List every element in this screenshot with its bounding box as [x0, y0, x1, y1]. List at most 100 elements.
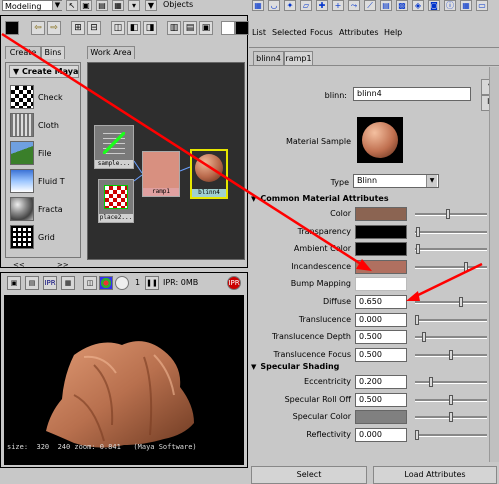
slider-track[interactable] — [415, 381, 487, 384]
slider-handle[interactable] — [449, 394, 453, 405]
scrollbar[interactable] — [489, 67, 499, 462]
slider-handle[interactable] — [463, 261, 468, 272]
value-field[interactable]: 0.200 — [355, 375, 407, 389]
color-swatch[interactable] — [355, 410, 407, 425]
slider-track[interactable] — [415, 230, 487, 234]
work-area-graph[interactable]: sample... place2... ramp1 blinn4 — [87, 62, 245, 260]
node-blinn4[interactable]: blinn4 — [190, 149, 228, 199]
blank-icon[interactable] — [221, 21, 235, 35]
color-swatch[interactable] — [355, 242, 407, 257]
menu-selected[interactable]: Selected — [272, 28, 307, 37]
snapshot-icon[interactable]: ◫ — [83, 276, 97, 290]
layout-full-icon[interactable]: ▣ — [199, 21, 213, 35]
info-icon[interactable]: ⓘ — [444, 0, 456, 11]
list-item-fractal[interactable]: Fracta — [10, 197, 84, 223]
camera-icon[interactable]: ◙ — [428, 0, 440, 11]
slider-track[interactable] — [415, 265, 487, 269]
slider-track[interactable] — [415, 318, 487, 322]
value-field[interactable]: 0.500 — [355, 330, 407, 345]
value-field[interactable]: 0.000 — [355, 312, 407, 327]
section-specular-shading[interactable]: ▼ Specular Shading — [251, 360, 491, 373]
ipr-icon[interactable]: IPR — [43, 276, 57, 290]
menu-help[interactable]: Help — [384, 28, 402, 37]
menu-list[interactable]: List — [252, 28, 266, 37]
mask-icon[interactable]: ▼ — [145, 0, 157, 11]
slider-handle[interactable] — [421, 332, 426, 343]
snap-curve-icon[interactable]: ◡ — [268, 0, 280, 11]
close-icon[interactable] — [235, 21, 249, 35]
history-icon[interactable]: ⤳ — [348, 0, 360, 11]
slider-handle[interactable] — [428, 377, 433, 387]
list-item-checker[interactable]: Check — [10, 85, 84, 111]
slider-handle[interactable] — [449, 412, 453, 423]
alpha-channel-icon[interactable] — [115, 276, 129, 290]
node-sample[interactable]: sample... — [94, 125, 134, 169]
node-ramp1[interactable]: ramp1 — [142, 151, 180, 197]
panel-icon[interactable]: ▭ — [476, 0, 488, 11]
chevron-down-icon[interactable]: ▼ — [52, 1, 62, 10]
file-open-icon[interactable]: ▤ — [96, 0, 108, 11]
slider-track[interactable] — [415, 248, 487, 252]
scroll-left-icon[interactable]: << — [13, 262, 25, 269]
slider-handle[interactable] — [415, 429, 419, 440]
rearrange-icon[interactable]: ◧ — [127, 21, 141, 35]
slider-track[interactable] — [415, 213, 487, 216]
slider-handle[interactable] — [449, 349, 453, 360]
input-connections-icon[interactable]: ◨ — [143, 21, 157, 35]
rgb-channel-icon[interactable] — [99, 276, 113, 290]
save-icon[interactable]: ▦ — [112, 0, 124, 11]
bump-map-slot[interactable] — [355, 277, 407, 292]
menu-focus[interactable]: Focus — [310, 28, 333, 37]
forward-arrow-icon[interactable]: ⇨ — [47, 21, 61, 35]
value-field[interactable]: 0.000 — [355, 427, 407, 442]
create-maya-menu[interactable]: ▼ Create Maya — [9, 65, 79, 78]
slider-track[interactable] — [415, 301, 487, 304]
snap-point-icon[interactable]: ✦ — [284, 0, 296, 11]
type-select[interactable]: Blinn ▼ — [353, 174, 439, 188]
render-frame-icon[interactable]: ▤ — [380, 0, 392, 11]
section-common-material-attributes[interactable]: ▼ Common Material Attributes — [251, 192, 491, 205]
grid-toggle-icon[interactable]: ▦ — [460, 0, 472, 11]
slider-track[interactable] — [415, 433, 487, 437]
slider-handle[interactable] — [416, 244, 421, 255]
slider-handle[interactable] — [459, 297, 464, 307]
list-item-fluid-texture[interactable]: Fluid T — [10, 169, 84, 195]
slider-track[interactable] — [415, 336, 487, 340]
color-swatch[interactable] — [355, 259, 407, 274]
layout-icon[interactable]: ▥ — [167, 21, 181, 35]
snap-grid-icon[interactable]: ▦ — [252, 0, 264, 11]
select-button[interactable]: Select — [251, 466, 367, 484]
plus-icon[interactable]: + — [332, 0, 344, 11]
scroll-right-icon[interactable]: >> — [57, 262, 69, 269]
bin-icon[interactable] — [5, 21, 19, 35]
slider-handle[interactable] — [416, 226, 421, 237]
construction-icon[interactable]: ⟋ — [364, 0, 376, 11]
list-item-cloth[interactable]: Cloth — [10, 113, 84, 139]
node-place2d[interactable]: place2... — [98, 179, 134, 223]
load-attributes-button[interactable]: Load Attributes — [373, 466, 497, 484]
image-icon[interactable]: ▣ — [80, 0, 92, 11]
slider-handle[interactable] — [445, 209, 450, 219]
ipr-render-icon[interactable]: ▩ — [396, 0, 408, 11]
pause-icon[interactable]: ❚❚ — [145, 276, 159, 290]
tab-ramp1[interactable]: ramp1 — [284, 51, 313, 66]
tab-bins[interactable]: Bins — [41, 46, 65, 59]
refresh-icon[interactable]: ▦ — [61, 276, 75, 290]
layout-split-icon[interactable]: ▤ — [183, 21, 197, 35]
render-region-icon[interactable]: ▤ — [25, 276, 39, 290]
menu-icon[interactable]: ▾ — [128, 0, 140, 11]
back-arrow-icon[interactable]: ⇦ — [31, 21, 45, 35]
snap-plane-icon[interactable]: ▱ — [300, 0, 312, 11]
render-clapper-icon[interactable]: ▣ — [7, 276, 21, 290]
color-swatch[interactable] — [355, 224, 407, 239]
graph-icon[interactable]: ⊞ — [71, 21, 85, 35]
material-name-field[interactable]: blinn4 — [353, 87, 471, 101]
magnet-icon[interactable]: ✚ — [316, 0, 328, 11]
tab-create[interactable]: Create — [5, 46, 41, 59]
list-item-file[interactable]: File — [10, 141, 84, 167]
slider-handle[interactable] — [415, 314, 419, 325]
tab-blinn4[interactable]: blinn4 — [253, 51, 284, 66]
value-field[interactable]: 0.500 — [355, 392, 407, 407]
value-field[interactable]: 0.650 — [355, 295, 407, 309]
ipr-stop-icon[interactable]: IPR — [227, 276, 241, 290]
